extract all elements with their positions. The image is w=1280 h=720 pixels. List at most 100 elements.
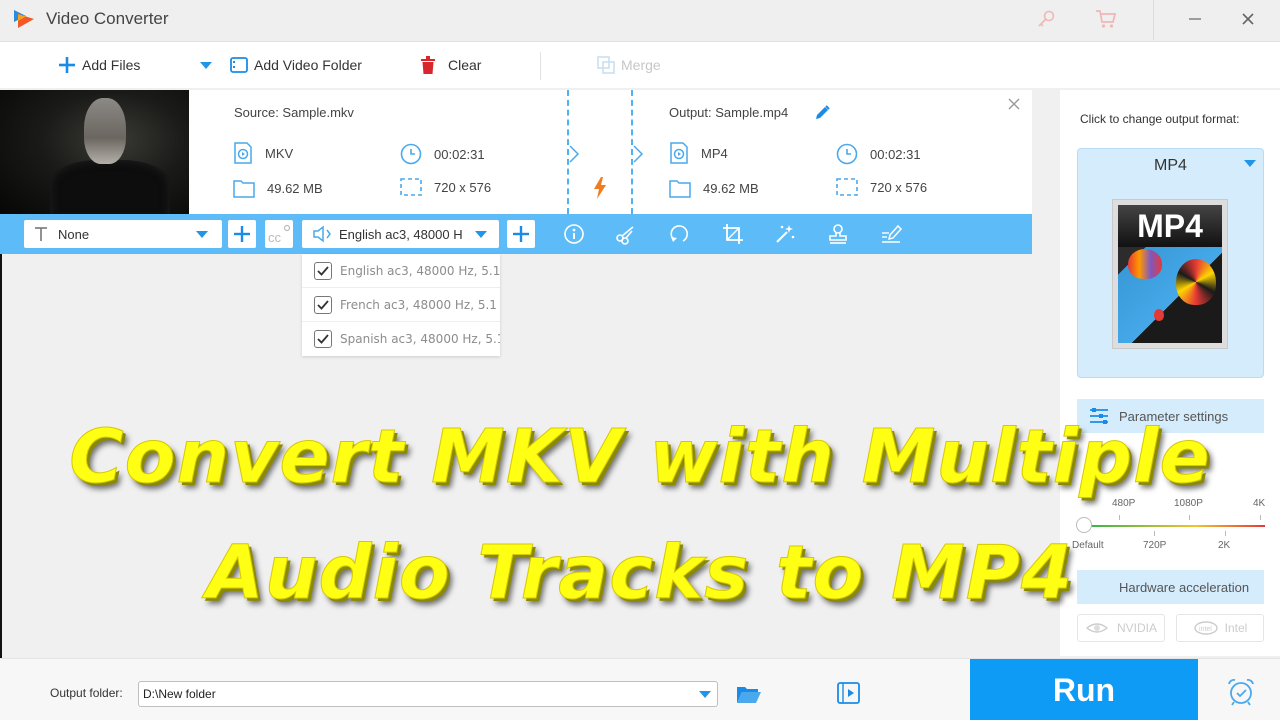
source-duration: 00:02:31 [400, 143, 485, 165]
output-folder-label: Output folder: [50, 686, 123, 700]
app-logo-icon [14, 10, 34, 28]
slider-label-1080p: 1080P [1174, 498, 1203, 509]
effects-wand-icon[interactable] [773, 222, 797, 246]
add-files-dropdown[interactable] [200, 52, 212, 78]
output-resolution-value: 720 x 576 [870, 179, 928, 195]
clock-icon [400, 143, 422, 165]
chevron-down-icon [200, 61, 212, 69]
slider-label-2k: 2K [1218, 540, 1231, 551]
close-icon[interactable] [1235, 6, 1261, 32]
slider-label-480p: 480P [1112, 498, 1136, 509]
video-file-icon [670, 142, 688, 164]
resolution-icon [836, 178, 858, 196]
thumbnail-figure-body [50, 160, 170, 214]
chevron-down-icon [1244, 160, 1256, 167]
hardware-acceleration-button[interactable]: Hardware acceleration [1077, 570, 1264, 604]
toolbar-divider [540, 52, 541, 80]
chevron-down-icon[interactable] [699, 691, 711, 698]
sliders-icon [1090, 408, 1108, 424]
minimize-icon[interactable] [1182, 6, 1208, 32]
audio-track-label: French ac3, 48000 Hz, 5.1 [340, 297, 497, 312]
nvidia-icon [1085, 623, 1109, 633]
watermark-stamp-icon[interactable] [826, 222, 850, 246]
add-video-folder-label: Add Video Folder [254, 57, 362, 73]
rotate-icon[interactable] [667, 222, 691, 246]
source-size-value: 49.62 MB [267, 180, 323, 196]
file-item-card: Source: Sample.mkv MKV 00:02:31 49.62 MB… [0, 90, 1032, 214]
quality-slider-track[interactable] [1091, 525, 1265, 527]
scissors-icon[interactable] [614, 222, 638, 246]
checkbox-checked-icon[interactable] [314, 330, 332, 348]
plus-icon [513, 226, 529, 242]
chevron-right-icon [633, 145, 644, 163]
subtitle-settings-button[interactable]: cc [265, 220, 293, 248]
output-filename: Output: Sample.mp4 [669, 105, 789, 120]
slider-tick [1189, 515, 1190, 520]
parameter-settings-button[interactable]: Parameter settings [1077, 399, 1264, 433]
crop-icon[interactable] [721, 222, 745, 246]
nvidia-option[interactable]: NVIDIA [1077, 614, 1165, 642]
output-format-selector[interactable]: MP4 MP4 [1077, 148, 1264, 378]
add-video-folder-button[interactable]: Add Video Folder [230, 52, 362, 78]
output-format: MP4 [669, 142, 728, 164]
clear-button[interactable]: Clear [420, 52, 481, 78]
output-folder-input[interactable]: D:\New folder [138, 681, 718, 707]
output-format-prompt: Click to change output format: [1080, 112, 1240, 126]
chevron-down-icon [196, 231, 208, 238]
flash-icon[interactable] [592, 177, 608, 199]
app-title: Video Converter [46, 9, 169, 28]
output-format-value: MP4 [701, 145, 728, 161]
source-size: 49.62 MB [233, 178, 323, 198]
checkbox-checked-icon[interactable] [314, 261, 332, 280]
audio-track-dropdown: English ac3, 48000 Hz, 5.1 French ac3, 4… [302, 254, 500, 356]
alarm-clock-icon[interactable] [1226, 677, 1256, 707]
output-folder-value: D:\New folder [143, 687, 216, 701]
audio-track-value: English ac3, 48000 H [339, 226, 463, 242]
slider-label-4k: 4K [1253, 498, 1266, 509]
format-image-title: MP4 [1118, 205, 1222, 247]
folder-icon [669, 180, 691, 198]
video-output-folder-icon[interactable] [836, 681, 862, 705]
key-icon[interactable] [1033, 6, 1059, 32]
checkbox-checked-icon[interactable] [314, 295, 332, 314]
folder-video-icon [230, 57, 248, 73]
slider-label-720p: 720P [1143, 540, 1167, 551]
merge-button[interactable]: Merge [597, 52, 661, 78]
source-resolution: 720 x 576 [400, 178, 491, 196]
subtitle-select[interactable]: None [24, 220, 222, 248]
edit-pencil-icon[interactable] [813, 104, 831, 122]
slider-tick [1154, 531, 1155, 536]
cart-icon[interactable] [1093, 6, 1119, 32]
output-duration-value: 00:02:31 [870, 146, 921, 162]
add-audio-button[interactable] [507, 220, 535, 248]
chevron-down-icon [475, 231, 487, 238]
edit-bar: None cc English ac3, 48000 H [0, 214, 1032, 254]
add-files-button[interactable]: Add Files [58, 52, 140, 78]
info-icon[interactable] [562, 222, 586, 246]
speaker-icon [313, 225, 331, 243]
cc-icon: cc [268, 224, 291, 245]
add-files-label: Add Files [82, 57, 141, 73]
plus-icon [234, 226, 250, 242]
balloon-graphic [1154, 309, 1164, 321]
bottom-bar: Output folder: D:\New folder Run [0, 658, 1280, 720]
remove-file-icon[interactable] [1006, 96, 1022, 112]
audio-track-option[interactable]: Spanish ac3, 48000 Hz, 5.1 [302, 322, 500, 356]
audio-track-option[interactable]: French ac3, 48000 Hz, 5.1 [302, 288, 500, 322]
video-thumbnail[interactable] [0, 90, 189, 214]
intel-option[interactable]: intel Intel [1176, 614, 1264, 642]
nvidia-label: NVIDIA [1116, 621, 1157, 635]
audio-track-option[interactable]: English ac3, 48000 Hz, 5.1 [302, 254, 500, 288]
resolution-icon [400, 178, 422, 196]
hardware-acceleration-label: Hardware acceleration [1119, 579, 1250, 595]
audio-track-select[interactable]: English ac3, 48000 H [302, 220, 499, 248]
balloon-graphic [1128, 249, 1162, 279]
quality-slider-handle[interactable] [1076, 517, 1092, 533]
slider-tick [1225, 531, 1226, 536]
intel-label: Intel [1224, 621, 1248, 635]
add-subtitle-button[interactable] [228, 220, 256, 248]
open-folder-icon[interactable] [736, 683, 762, 705]
run-button[interactable]: Run [970, 659, 1198, 720]
merge-label: Merge [621, 57, 661, 73]
subtitle-edit-icon[interactable] [879, 222, 903, 246]
